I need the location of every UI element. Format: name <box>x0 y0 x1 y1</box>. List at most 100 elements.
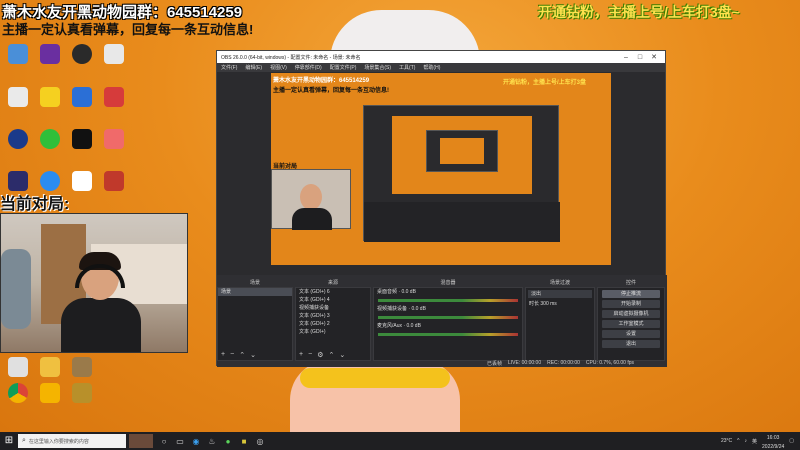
desktop-icon[interactable] <box>36 383 64 403</box>
app-icon[interactable]: ■ <box>236 432 252 450</box>
notification-icon[interactable]: ▢ <box>789 438 794 444</box>
mixer-channel-level: 0.0 dB <box>406 323 421 329</box>
sources-header: 来源 <box>327 280 338 286</box>
frames-status: 已丢帧 <box>487 360 503 367</box>
stream-rule-caption: 主播一定认真看弹幕，回复每一条互动信息! <box>2 22 254 37</box>
ime-indicator[interactable]: 英 <box>752 438 757 445</box>
menu-profile[interactable]: 配置文件(P) <box>330 64 357 71</box>
desktop-icon[interactable] <box>36 357 64 377</box>
mixer-channel-name: 桌面音频 · 0.0 dB <box>377 289 416 295</box>
source-item[interactable]: 文本 (GDI+) 6 <box>296 288 370 296</box>
stream-promo-caption: 开通钻粉，主播上号/上车打3盘~ <box>538 4 740 20</box>
transition-select[interactable]: 淡出 <box>528 290 592 298</box>
desktop-icon[interactable] <box>68 87 96 107</box>
chevron-down-icon[interactable]: ⌄ <box>250 351 256 359</box>
mixer-channel-name: 麦克风/Aux · 0.0 dB <box>377 323 421 329</box>
taskbar-app-icon[interactable] <box>126 432 156 450</box>
clock-date: 2022/9/24 <box>762 444 785 450</box>
app-icon[interactable]: ● <box>220 432 236 450</box>
desktop-icon[interactable] <box>36 87 64 107</box>
obs-window-title: OBS 26.0.0 (64-bit, windows) - 配置文件: 未命名… <box>221 54 361 61</box>
desktop-icon[interactable] <box>36 129 64 149</box>
audio-meter <box>378 316 518 319</box>
mixer-dock: 混音器 桌面音频 · 0.0 dB 视频捕获设备 · 0.0 dB 麦克风/Au… <box>373 280 523 361</box>
duration-field[interactable]: 300 ms <box>540 301 556 307</box>
sources-dock: 来源 文本 (GDI+) 6 文本 (GDI+) 4 视频捕获设备 文本 (GD… <box>295 280 371 361</box>
controls-dock: 控件 停止推流 开始录制 启动虚拟摄像机 工作室模式 设置 退出 <box>597 280 665 361</box>
desktop-icon[interactable] <box>4 44 32 64</box>
desktop-icon[interactable] <box>4 357 32 377</box>
steam-icon[interactable]: ♨ <box>204 432 220 450</box>
chevron-up-icon[interactable]: ⌃ <box>328 351 334 359</box>
minimize-icon[interactable]: – <box>619 54 633 61</box>
file-explorer-icon[interactable]: ▭ <box>172 432 188 450</box>
chevron-up-icon[interactable]: ⌃ <box>239 351 245 359</box>
desktop-icon[interactable] <box>68 383 96 403</box>
current-match-caption: 当前对局: <box>0 196 70 213</box>
menu-help[interactable]: 帮助(H) <box>423 64 440 71</box>
menu-file[interactable]: 文件(F) <box>221 64 237 71</box>
preview-webcam <box>271 169 351 230</box>
webcam-side-person <box>1 249 31 329</box>
desktop-icon[interactable] <box>100 171 128 191</box>
menu-view[interactable]: 视图(V) <box>270 64 287 71</box>
desktop-icon[interactable] <box>68 44 96 64</box>
add-icon[interactable]: + <box>221 351 225 359</box>
task-view-icon[interactable]: ○ <box>156 432 172 450</box>
scenes-header: 场景 <box>249 280 260 286</box>
desktop-icon[interactable] <box>100 87 128 107</box>
windows-start-icon[interactable]: ⊞ <box>0 432 18 450</box>
webcam-streamer <box>61 252 141 352</box>
source-item[interactable]: 文本 (GDI+) <box>296 328 370 336</box>
taskbar-search[interactable]: ⌕ 在这里输入你要搜索的内容 <box>18 434 126 448</box>
virtual-camera-button[interactable]: 启动虚拟摄像机 <box>602 310 660 318</box>
desktop-icon[interactable] <box>100 129 128 149</box>
remove-icon[interactable]: − <box>308 351 312 359</box>
desktop-icon[interactable] <box>36 44 64 64</box>
edge-icon[interactable]: ◉ <box>188 432 204 450</box>
desktop-icon[interactable] <box>36 171 64 191</box>
source-item[interactable]: 文本 (GDI+) 4 <box>296 296 370 304</box>
obs-preview-canvas[interactable]: 萧木水友开黑动物园群：645514259 主播一定认真看弹幕，回复每一条互动信息… <box>271 73 611 265</box>
desktop-icon[interactable] <box>68 171 96 191</box>
menu-edit[interactable]: 编辑(E) <box>245 64 262 71</box>
cpu-status: CPU: 0.7%, 60.00 fps <box>585 360 635 366</box>
obs-titlebar[interactable]: OBS 26.0.0 (64-bit, windows) - 配置文件: 未命名… <box>217 51 665 63</box>
desktop-icon[interactable] <box>4 87 32 107</box>
remove-icon[interactable]: − <box>230 351 234 359</box>
start-recording-button[interactable]: 开始录制 <box>602 300 660 308</box>
add-icon[interactable]: + <box>299 351 303 359</box>
transitions-dock: 场景过渡 淡出 时长 300 ms <box>525 280 595 361</box>
studio-mode-button[interactable]: 工作室模式 <box>602 320 660 328</box>
volume-icon[interactable]: ♪ <box>745 438 748 444</box>
gear-icon[interactable]: ⚙ <box>317 351 323 359</box>
menu-tools[interactable]: 工具(T) <box>399 64 415 71</box>
desktop-icon[interactable] <box>4 129 32 149</box>
obs-icon[interactable]: ◎ <box>252 432 268 450</box>
chevron-down-icon[interactable]: ⌄ <box>339 351 345 359</box>
source-item[interactable]: 文本 (GDI+) 2 <box>296 320 370 328</box>
clock[interactable]: 16:03 2022/9/24 <box>762 432 784 450</box>
menu-docks[interactable]: 停靠部件(D) <box>295 64 322 71</box>
source-item[interactable]: 文本 (GDI+) 3 <box>296 312 370 320</box>
rec-status: REC: 00:00:00 <box>547 360 580 366</box>
controls-header: 控件 <box>625 280 636 286</box>
audio-meter <box>378 299 518 302</box>
source-item[interactable]: 视频捕获设备 <box>296 304 370 312</box>
stop-streaming-button[interactable]: 停止推流 <box>602 290 660 298</box>
chrome-icon[interactable] <box>4 383 32 403</box>
desktop-icon[interactable] <box>100 44 128 64</box>
maximize-icon[interactable]: □ <box>633 54 647 61</box>
chevron-up-icon[interactable]: ^ <box>737 438 739 444</box>
scene-item[interactable]: 场景 <box>218 288 292 296</box>
desktop-icon[interactable] <box>68 357 96 377</box>
weather-temp[interactable]: 23°C <box>721 438 732 444</box>
obs-window[interactable]: OBS 26.0.0 (64-bit, windows) - 配置文件: 未命名… <box>216 50 667 367</box>
preview-nested-obs <box>363 105 560 242</box>
settings-button[interactable]: 设置 <box>602 330 660 338</box>
menu-scene-collection[interactable]: 场景集合(S) <box>364 64 391 71</box>
desktop-icon[interactable] <box>4 171 32 191</box>
close-icon[interactable]: ✕ <box>647 53 661 61</box>
desktop-icon[interactable] <box>68 129 96 149</box>
exit-button[interactable]: 退出 <box>602 340 660 348</box>
